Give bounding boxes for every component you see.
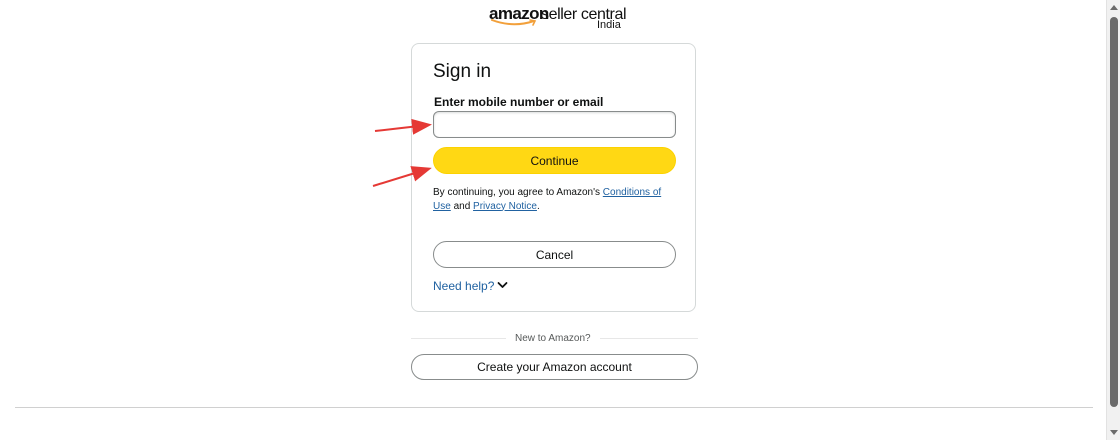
legal-suffix: .	[536, 200, 540, 212]
footer-divider	[15, 407, 1093, 408]
amazon-seller-central-logo: amazon seller central India	[489, 4, 629, 32]
legal-and: and	[450, 200, 474, 212]
legal-prefix: By continuing, you agree to Amazon's	[433, 187, 603, 198]
legal-notice: By continuing, you agree to Amazon's Con…	[433, 186, 673, 213]
signin-card: Sign in Enter mobile number or email Con…	[411, 43, 696, 312]
email-or-mobile-input[interactable]	[433, 111, 676, 138]
divider-line-right	[600, 338, 698, 339]
page-title: Sign in	[433, 61, 492, 82]
privacy-notice-link[interactable]: Privacy Notice	[473, 201, 537, 212]
need-help-label: Need help?	[433, 279, 495, 293]
new-to-amazon-divider: New to Amazon?	[411, 333, 698, 345]
vertical-scrollbar[interactable]	[1106, 0, 1120, 440]
email-field-label: Enter mobile number or email	[434, 95, 604, 109]
amazon-smile-icon	[491, 19, 537, 26]
scrollbar-thumb[interactable]	[1110, 17, 1118, 407]
need-help-toggle[interactable]: Need help?	[433, 279, 508, 293]
divider-line-left	[411, 338, 506, 339]
scroll-up-icon[interactable]	[1110, 5, 1118, 10]
create-account-button[interactable]: Create your Amazon account	[411, 354, 698, 380]
cancel-button[interactable]: Cancel	[433, 241, 676, 268]
new-to-amazon-text: New to Amazon?	[515, 333, 591, 344]
chevron-down-icon	[497, 282, 508, 288]
logo-country-text: India	[597, 19, 621, 31]
scroll-down-icon[interactable]	[1110, 430, 1118, 435]
continue-button[interactable]: Continue	[433, 147, 676, 174]
